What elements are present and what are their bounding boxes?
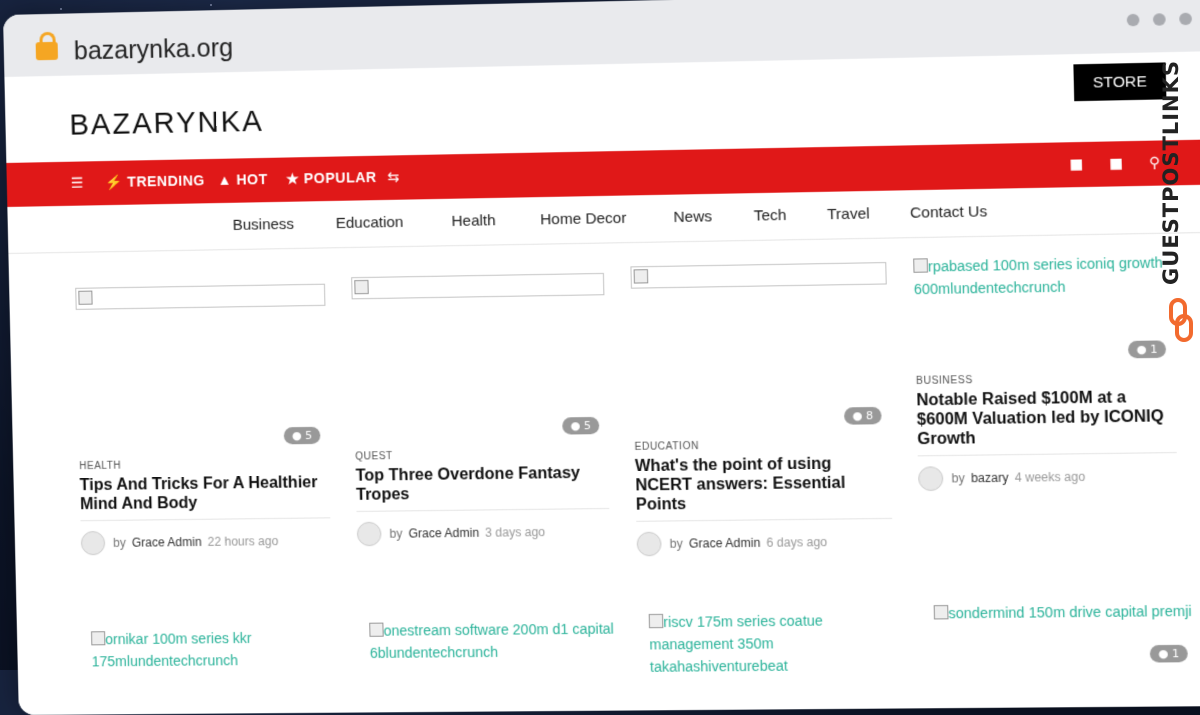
twitter-icon[interactable]: ■: [1109, 156, 1123, 173]
comment-count-badge[interactable]: ● 5: [562, 416, 600, 435]
address-bar[interactable]: bazarynka.org: [74, 34, 234, 67]
nav-business[interactable]: Business: [232, 216, 294, 234]
nav-travel[interactable]: Travel: [827, 205, 870, 223]
post-author[interactable]: Grace Admin: [132, 535, 202, 550]
avatar: [80, 530, 106, 556]
post-time: 3 days ago: [485, 524, 546, 540]
broken-image-icon: [913, 258, 929, 273]
site-logo[interactable]: BAZARYNKA: [69, 106, 264, 143]
post-image[interactable]: ● 5: [351, 272, 608, 444]
image-alt-text[interactable]: ornikar 100m series kkr 175mlundentechcr…: [91, 626, 342, 672]
fire-icon: ▲: [217, 171, 233, 188]
nav-tech[interactable]: Tech: [754, 207, 787, 225]
nav-health[interactable]: Health: [451, 212, 496, 230]
post-meta: by Grace Admin 22 hours ago: [80, 528, 331, 556]
web-page: BAZARYNKA STORE ☰ ⚡ TRENDING ▲ HOT ★ POP…: [4, 50, 1200, 715]
post-image[interactable]: ● 5: [75, 283, 329, 453]
post-title[interactable]: Tips And Tricks For A Healthier Mind And…: [79, 472, 331, 522]
window-dot-icon[interactable]: [1179, 12, 1193, 26]
window-controls: [1126, 12, 1193, 27]
hot-link[interactable]: ▲ HOT: [217, 171, 268, 188]
post-title[interactable]: What's the point of using NCERT answers:…: [634, 453, 893, 522]
post-author[interactable]: bazary: [971, 471, 1009, 486]
bolt-icon: ⚡: [104, 173, 124, 191]
post-time: 22 hours ago: [207, 534, 279, 549]
image-alt-text[interactable]: riscv 175m series coatue management 350m…: [648, 609, 907, 678]
broken-image-icon: [75, 283, 326, 310]
post-category[interactable]: QUEST: [355, 448, 608, 463]
post-image[interactable]: rpabased 100m series iconiq growth 600ml…: [913, 251, 1175, 368]
browser-window: bazarynka.org BAZARYNKA STORE ☰ ⚡ TRENDI…: [3, 0, 1200, 715]
nav-contact-us[interactable]: Contact Us: [910, 203, 988, 222]
post-title[interactable]: Notable Raised $100M at a $600M Valuatio…: [916, 387, 1177, 457]
broken-image-icon: [91, 631, 106, 646]
popular-link[interactable]: ★ POPULAR: [286, 169, 377, 188]
nav-news[interactable]: News: [673, 208, 712, 226]
broken-image-icon: [933, 605, 949, 620]
post-meta: by bazary 4 weeks ago: [917, 463, 1178, 492]
store-button[interactable]: STORE: [1073, 62, 1167, 102]
post-category[interactable]: HEALTH: [79, 458, 329, 473]
star-icon: ★: [285, 170, 300, 187]
post-title[interactable]: Top Three Overdone Fantasy Tropes: [355, 463, 610, 512]
avatar: [636, 531, 662, 557]
image-alt-text[interactable]: onestream software 200m d1 capital 6blun…: [369, 617, 623, 664]
facebook-icon[interactable]: ■: [1069, 156, 1083, 173]
broken-image-icon: [369, 622, 384, 637]
broken-image-icon: [630, 262, 887, 289]
post-card: ● 5 HEALTH Tips And Tricks For A Healthi…: [75, 283, 331, 556]
post-category[interactable]: EDUCATION: [634, 438, 890, 453]
comment-count-badge[interactable]: ● 1: [1149, 644, 1189, 663]
image-alt-text[interactable]: rpabased 100m series iconiq growth 600ml…: [913, 251, 1173, 300]
comment-count-badge[interactable]: ● 8: [843, 406, 882, 425]
window-dot-icon[interactable]: [1126, 13, 1140, 27]
broken-image-icon: [648, 613, 664, 629]
comment-count-badge[interactable]: ● 5: [283, 426, 321, 445]
post-image[interactable]: ● 8: [630, 262, 890, 434]
image-alt-text[interactable]: sondermind 150m drive capital premji: [933, 600, 1194, 625]
nav-education[interactable]: Education: [336, 214, 404, 232]
post-card: ● 5 QUEST Top Three Overdone Fantasy Tro…: [351, 272, 610, 547]
post-meta: by Grace Admin 6 days ago: [636, 529, 893, 557]
trending-link[interactable]: ⚡ TRENDING: [105, 172, 205, 191]
post-category[interactable]: BUSINESS: [916, 372, 1175, 387]
post-card: ● 8 EDUCATION What's the point of using …: [630, 262, 893, 557]
broken-image-icon: [351, 272, 605, 300]
post-author[interactable]: Grace Admin: [689, 536, 761, 551]
post-card: rpabased 100m series iconiq growth 600ml…: [913, 251, 1178, 492]
post-author[interactable]: Grace Admin: [408, 526, 479, 541]
menu-icon[interactable]: ☰: [71, 176, 84, 192]
post-meta: by Grace Admin 3 days ago: [356, 519, 610, 547]
post-time: 6 days ago: [766, 534, 828, 550]
avatar: [356, 521, 382, 547]
chain-link-icon: [1169, 298, 1193, 342]
random-icon[interactable]: ⇆: [387, 169, 399, 185]
nav-home-decor[interactable]: Home Decor: [540, 210, 627, 229]
window-dot-icon[interactable]: [1152, 13, 1166, 26]
lock-icon: [35, 41, 59, 61]
avatar: [917, 466, 944, 492]
post-time: 4 weeks ago: [1014, 469, 1086, 485]
